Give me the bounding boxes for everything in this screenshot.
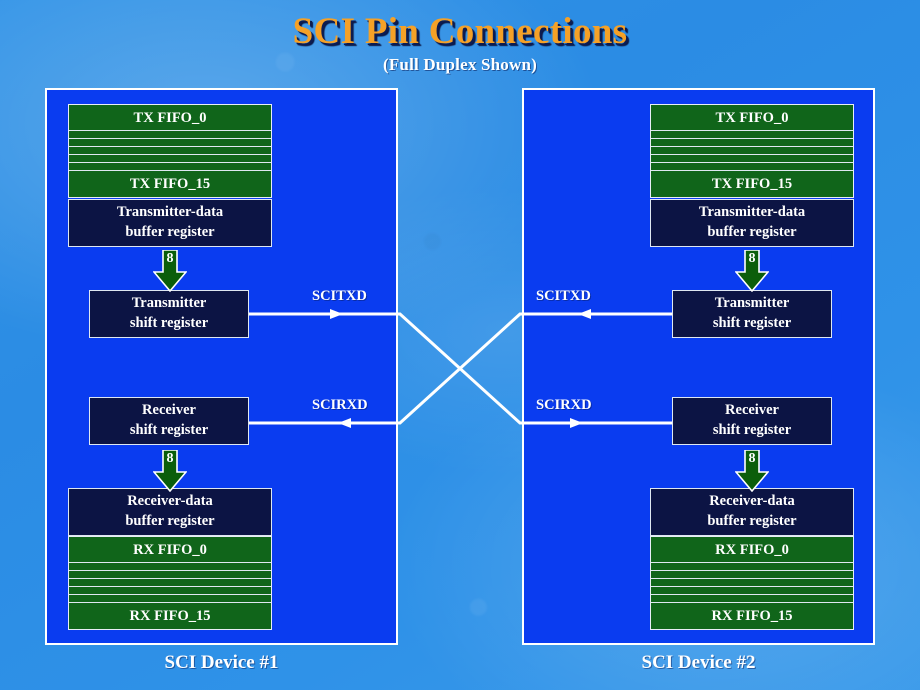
tx-fifo-hidden-bar [69,147,271,155]
rx-fifo-hidden-bar [651,571,853,579]
device-caption-1: SCI Device #1 [164,652,279,673]
reg-line-1: Receiver [725,402,779,419]
tx-fifo-stack-device-2: TX FIFO_0 TX FIFO_15 [650,104,854,198]
rx-fifo-hidden-bar [651,595,853,603]
tx-fifo-hidden-bar [69,155,271,163]
page-title: SCI Pin Connections [292,11,628,52]
reg-line-2: buffer register [125,513,215,529]
reg-line-2: shift register [129,422,209,438]
rx-fifo-hidden-bar [651,587,853,595]
tx-fifo-hidden-bar [651,155,853,163]
reg-line-2: shift register [712,422,792,438]
rx-fifo-last-cell: RX FIFO_15 [69,603,271,629]
rx-fifo-stack-device-1: RX FIFO_0 RX FIFO_15 [68,536,272,630]
rx-fifo-hidden-bar [69,579,271,587]
tx-fifo-last-cell: TX FIFO_15 [651,171,853,197]
page-subtitle: (Full Duplex Shown) [382,54,537,74]
signal-label-scitxd-left: SCITXD [312,288,367,304]
down-arrow-icon [153,450,187,492]
reg-line-2: buffer register [707,513,797,529]
rx-fifo-hidden-bar [69,587,271,595]
reg-line-2: buffer register [707,224,797,240]
tx-fifo-hidden-bar [69,139,271,147]
transmitter-data-buffer-register-device-1: Transmitter-data buffer register [68,199,272,247]
tx-bus-arrow-device-2: 8 [735,250,769,292]
transmitter-shift-register-device-1: Transmitter shift register [89,290,249,338]
reg-line-1: Receiver-data [127,493,213,510]
tx-fifo-hidden-bar [69,131,271,139]
tx-fifo-hidden-bar [651,131,853,139]
reg-line-2: buffer register [125,224,215,240]
receiver-shift-register-device-1: Receiver shift register [89,397,249,445]
tx-fifo-first-cell: TX FIFO_0 [651,105,853,131]
reg-line-1: Transmitter-data [698,204,806,221]
tx-fifo-stack-device-1: TX FIFO_0 TX FIFO_15 [68,104,272,198]
device-caption-2: SCI Device #2 [641,652,756,673]
transmitter-shift-register-device-2: Transmitter shift register [672,290,832,338]
receiver-data-buffer-register-device-2: Receiver-data buffer register [650,488,854,536]
tx-fifo-hidden-bar [651,147,853,155]
tx-fifo-hidden-bar [69,163,271,171]
receiver-shift-register-device-2: Receiver shift register [672,397,832,445]
rx-fifo-last-cell: RX FIFO_15 [651,603,853,629]
signal-label-scitxd-right: SCITXD [536,288,591,304]
receiver-data-buffer-register-device-1: Receiver-data buffer register [68,488,272,536]
reg-line-1: Transmitter-data [116,204,224,221]
transmitter-data-buffer-register-device-2: Transmitter-data buffer register [650,199,854,247]
rx-bus-arrow-device-2: 8 [735,450,769,492]
tx-fifo-hidden-bar [651,163,853,171]
reg-line-1: Transmitter [131,295,207,312]
tx-bus-arrow-device-1: 8 [153,250,187,292]
rx-fifo-hidden-bar [651,563,853,571]
rx-bus-arrow-device-1: 8 [153,450,187,492]
rx-fifo-stack-device-2: RX FIFO_0 RX FIFO_15 [650,536,854,630]
tx-fifo-first-cell: TX FIFO_0 [69,105,271,131]
down-arrow-icon [735,450,769,492]
rx-fifo-hidden-bar [69,563,271,571]
title-block: SCI Pin Connections (Full Duplex Shown) [0,12,920,75]
reg-line-2: shift register [129,315,209,331]
tx-fifo-last-cell: TX FIFO_15 [69,171,271,197]
slide-canvas: SCI Pin Connections (Full Duplex Shown) … [0,0,920,690]
signal-label-scirxd-right: SCIRXD [536,397,592,413]
signal-label-scirxd-left: SCIRXD [312,397,368,413]
rx-fifo-first-cell: RX FIFO_0 [651,537,853,563]
rx-fifo-first-cell: RX FIFO_0 [69,537,271,563]
rx-fifo-hidden-bar [69,571,271,579]
reg-line-1: Transmitter [714,295,790,312]
tx-fifo-hidden-bar [651,139,853,147]
down-arrow-icon [153,250,187,292]
rx-fifo-hidden-bar [651,579,853,587]
reg-line-1: Receiver-data [709,493,795,510]
down-arrow-icon [735,250,769,292]
reg-line-2: shift register [712,315,792,331]
rx-fifo-hidden-bar [69,595,271,603]
reg-line-1: Receiver [142,402,196,419]
